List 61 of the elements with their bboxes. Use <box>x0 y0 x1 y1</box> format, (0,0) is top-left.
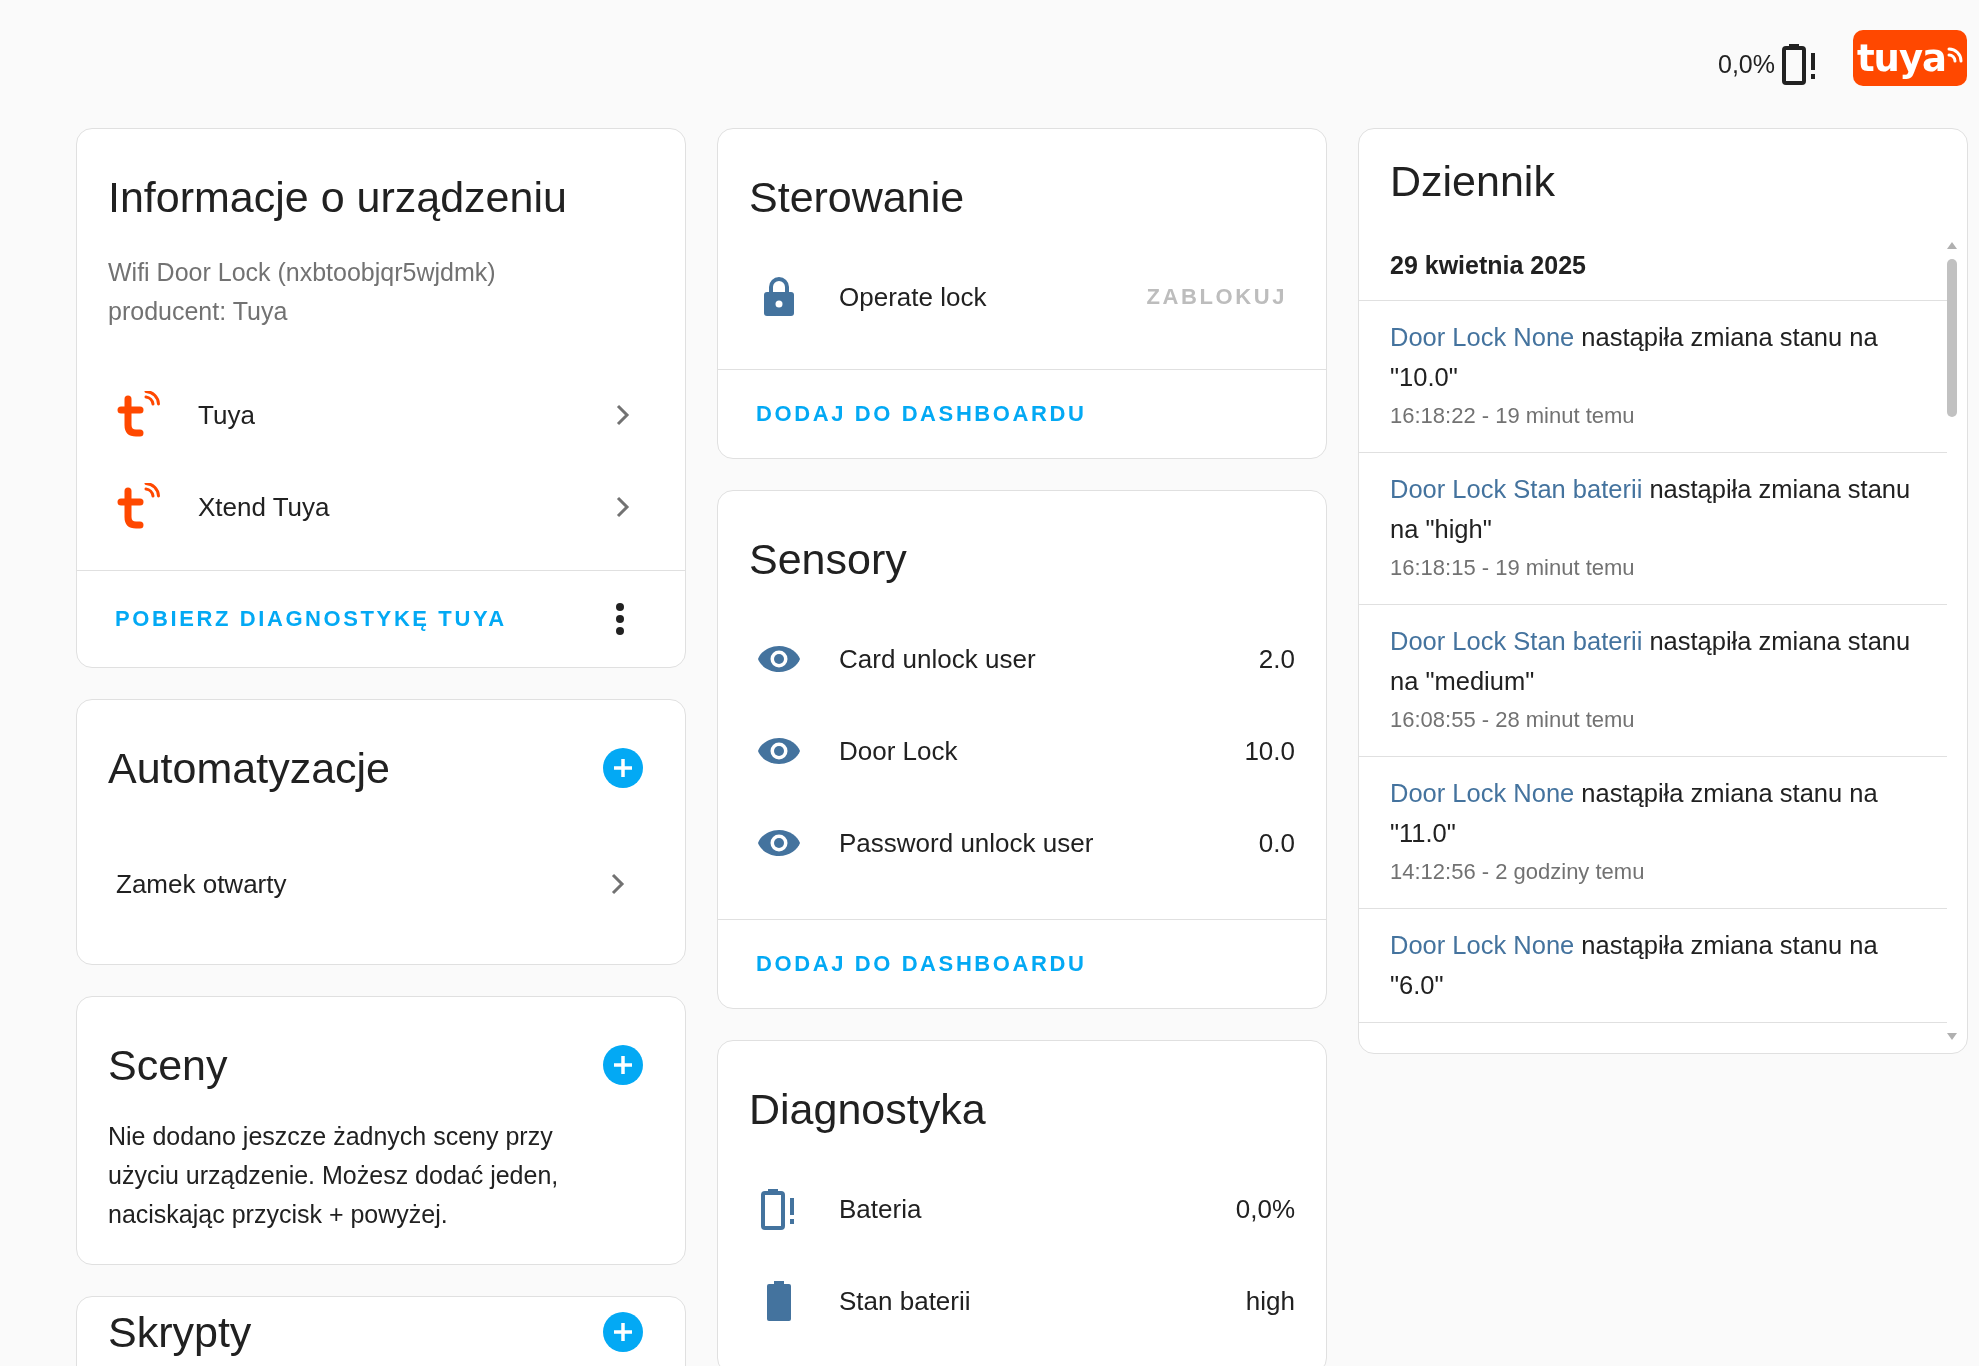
scrollbar-thumb[interactable] <box>1947 259 1957 417</box>
chevron-right-icon[interactable] <box>616 404 630 426</box>
device-model: Wifi Door Lock (nxbtoobjqr5wjdmk) <box>108 257 497 288</box>
app-logo-icon <box>116 391 160 439</box>
logbook-entry: Door Lock Stan baterii nastąpiła zmiana stanu na "high" <box>1390 474 1912 545</box>
device-manufacturer: producent: Tuya <box>108 296 289 327</box>
add-button[interactable] <box>603 1312 643 1352</box>
logbook-entry: Door Lock Stan baterii nastąpiła zmiana stanu na "medium" <box>1390 626 1912 697</box>
entry-time: 16:08:55 - 28 minut temu <box>1390 706 1636 734</box>
entity-link[interactable]: Door Lock None <box>1390 931 1575 959</box>
plus-icon <box>612 1054 634 1076</box>
chevron-right-icon[interactable] <box>611 873 625 895</box>
card-title: Diagnostyka <box>749 1084 986 1135</box>
integration-link[interactable]: Xtend Tuya <box>198 491 616 523</box>
entity-link[interactable]: Door Lock None <box>1390 323 1575 351</box>
card-title: Informacje o urządzeniu <box>108 172 567 223</box>
logo-text: tuya <box>1856 39 1947 77</box>
app-logo-icon <box>116 483 160 531</box>
entity-value: 2.0 <box>1258 643 1295 675</box>
entity-value: high <box>1245 1285 1295 1317</box>
card-title: Automatyzacje <box>108 743 391 794</box>
entity-name[interactable]: Card unlock user <box>839 643 1259 675</box>
card-title: Skrypty <box>108 1307 252 1357</box>
battery-icon <box>766 1280 792 1322</box>
entity-link[interactable]: Door Lock None <box>1390 779 1575 807</box>
lock-icon <box>763 277 795 317</box>
entity-value: 10.0 <box>1244 735 1295 767</box>
plus-icon <box>612 757 634 779</box>
battery-level: 0,0% <box>1718 49 1775 79</box>
more-menu-icon[interactable] <box>615 603 625 635</box>
logbook-entry: Door Lock None nastąpiła zmiana stanu na "11.0" <box>1390 778 1879 849</box>
entity-name[interactable]: Password unlock user <box>839 827 1259 859</box>
logbook-entry: Door Lock None nastąpiła zmiana stanu na "6.0" <box>1390 930 1879 1001</box>
entry-time: 14:12:56 - 2 godziny temu <box>1390 858 1646 886</box>
entity-value: 0,0% <box>1235 1193 1295 1225</box>
card-title: Dziennik <box>1390 156 1555 207</box>
add-button[interactable] <box>603 1045 643 1085</box>
plus-icon <box>612 1321 634 1343</box>
entity-link[interactable]: Door Lock Stan baterii <box>1390 475 1643 503</box>
add-button[interactable] <box>603 748 643 788</box>
eye-icon <box>757 829 801 857</box>
eye-icon <box>757 645 801 673</box>
card-title: Sterowanie <box>749 172 965 223</box>
entry-time: 16:18:15 - 19 minut temu <box>1390 554 1636 582</box>
eye-icon <box>757 737 801 765</box>
scroll-down-icon[interactable] <box>1947 1033 1957 1041</box>
entity-name[interactable]: Door Lock <box>839 735 1245 767</box>
integration-link[interactable]: Tuya <box>198 399 616 431</box>
entity-name[interactable]: Stan baterii <box>839 1285 1246 1317</box>
card-title: Sceny <box>108 1040 228 1091</box>
entity-link[interactable]: Door Lock Stan baterii <box>1390 627 1643 655</box>
card-title: Sensory <box>749 534 907 585</box>
chevron-right-icon[interactable] <box>616 496 630 518</box>
entry-time: 16:18:22 - 19 minut temu <box>1390 402 1636 430</box>
logbook-entry: Door Lock None nastąpiła zmiana stanu na "10.0" <box>1390 322 1879 393</box>
automation-link[interactable]: Zamek otwarty <box>116 868 611 900</box>
entity-value: 0.0 <box>1258 827 1295 859</box>
scroll-up-icon[interactable] <box>1947 241 1957 249</box>
entity-name[interactable]: Bateria <box>839 1193 1236 1225</box>
date-heading: 29 kwietnia 2025 <box>1390 250 1586 280</box>
empty-message: Nie dodano jeszcze żadnych sceny przy użyciu urządzenie. Możesz dodać jeden, naciskając przycisk + powyżej. <box>107 1121 560 1230</box>
